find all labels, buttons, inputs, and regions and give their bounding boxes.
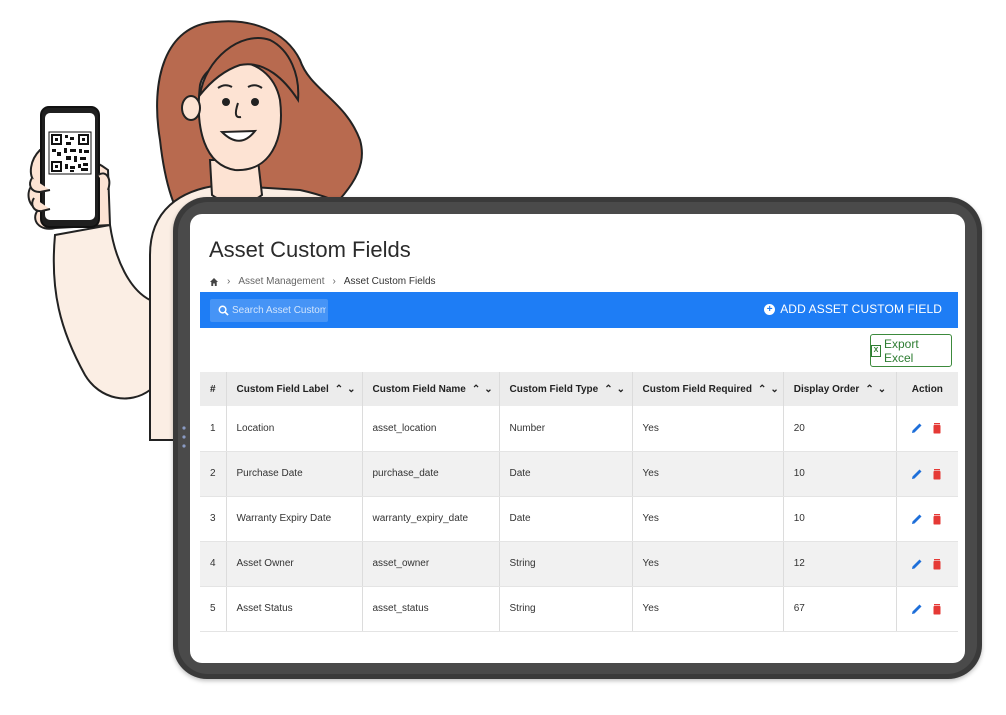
cell-required: Yes [632,406,784,452]
plus-circle-icon: + [764,303,776,315]
delete-trash-icon[interactable] [931,513,943,525]
edit-pencil-icon[interactable] [911,603,923,615]
add-button-label: ADD ASSET CUSTOM FIELD [780,302,942,316]
cell-type: Date [499,496,633,542]
export-button-label: Export Excel [883,336,919,365]
cell-num: 5 [200,586,227,632]
cell-num: 4 [200,541,227,587]
cell-name: purchase_date [362,451,500,497]
cell-label: Location [226,406,363,452]
chevron-right-icon: › [332,276,336,287]
chevron-right-icon: › [227,276,231,287]
search-input[interactable] [232,305,326,316]
sort-icon[interactable]: ⌃⌄ [865,384,890,395]
cell-required: Yes [632,586,784,632]
cell-num: 3 [200,496,227,542]
column-header-action: Action [896,372,958,406]
home-icon[interactable] [209,277,219,287]
column-header-required[interactable]: Custom Field Required ⌃⌄ [632,372,784,406]
cell-required: Yes [632,451,784,497]
app-screen: Asset Custom Fields › Asset Management ›… [190,214,965,663]
cell-name: asset_owner [362,541,500,587]
edit-pencil-icon[interactable] [911,468,923,480]
breadcrumb: › Asset Management › Asset Custom Fields [209,276,436,287]
table-row: 4 Asset Owner asset_owner String Yes 12 [200,541,958,587]
sort-icon[interactable]: ⌃⌄ [472,384,497,395]
sort-icon[interactable]: ⌃⌄ [335,384,360,395]
cell-type: Number [499,406,633,452]
cell-actions [896,541,958,587]
search-icon [218,305,229,316]
cell-name: asset_status [362,586,500,632]
column-header-type[interactable]: Custom Field Type ⌃⌄ [499,372,633,406]
cell-type: String [499,586,633,632]
sort-icon[interactable]: ⌃⌄ [758,384,783,395]
cell-required: Yes [632,496,784,542]
search-box[interactable] [210,299,328,322]
cell-order: 20 [783,406,897,452]
table-row: 5 Asset Status asset_status String Yes 67 [200,586,958,632]
delete-trash-icon[interactable] [931,558,943,570]
cell-required: Yes [632,541,784,587]
cell-num: 2 [200,451,227,497]
cell-order: 67 [783,586,897,632]
column-header-order[interactable]: Display Order ⌃⌄ [783,372,897,406]
cell-type: Date [499,451,633,497]
column-header-label[interactable]: Custom Field Label ⌃⌄ [226,372,363,406]
delete-trash-icon[interactable] [931,603,943,615]
delete-trash-icon[interactable] [931,468,943,480]
edit-pencil-icon[interactable] [911,513,923,525]
page-title: Asset Custom Fields [209,237,411,262]
column-header-number: # [200,372,227,406]
table-toolbar: + ADD ASSET CUSTOM FIELD [200,292,958,328]
breadcrumb-link-asset-management[interactable]: Asset Management [238,276,324,287]
cell-order: 12 [783,541,897,587]
cell-actions [896,586,958,632]
export-excel-button[interactable]: X Export Excel [870,334,952,367]
tablet-side-button [182,426,186,448]
table-body: 1 Location asset_location Number Yes 20 2 Purch… [200,406,958,632]
table-row: 1 Location asset_location Number Yes 20 [200,406,958,452]
breadcrumb-current: Asset Custom Fields [343,276,436,287]
custom-fields-table: # Custom Field Label ⌃⌄ Custom Field Name… [200,372,958,632]
delete-trash-icon[interactable] [931,422,943,434]
cell-order: 10 [783,451,897,497]
excel-file-icon: X [871,344,881,357]
cell-actions [896,496,958,542]
cell-actions [896,406,958,452]
edit-pencil-icon[interactable] [911,422,923,434]
table-row: 3 Warranty Expiry Date warranty_expiry_dat… [200,496,958,542]
cell-num: 1 [200,406,227,452]
cell-name: warranty_expiry_date [362,496,500,542]
sort-icon[interactable]: ⌃⌄ [604,384,629,395]
cell-label: Purchase Date [226,451,363,497]
cell-label: Asset Owner [226,541,363,587]
cell-name: asset_location [362,406,500,452]
cell-label: Warranty Expiry Date [226,496,363,542]
add-asset-custom-field-button[interactable]: + ADD ASSET CUSTOM FIELD [764,302,942,316]
table-row: 2 Purchase Date purchase_date Date Yes 10 [200,451,958,497]
table-header-row: # Custom Field Label ⌃⌄ Custom Field Name… [200,372,958,406]
column-header-name[interactable]: Custom Field Name ⌃⌄ [362,372,500,406]
cell-order: 10 [783,496,897,542]
cell-actions [896,451,958,497]
cell-type: String [499,541,633,587]
cell-label: Asset Status [226,586,363,632]
edit-pencil-icon[interactable] [911,558,923,570]
